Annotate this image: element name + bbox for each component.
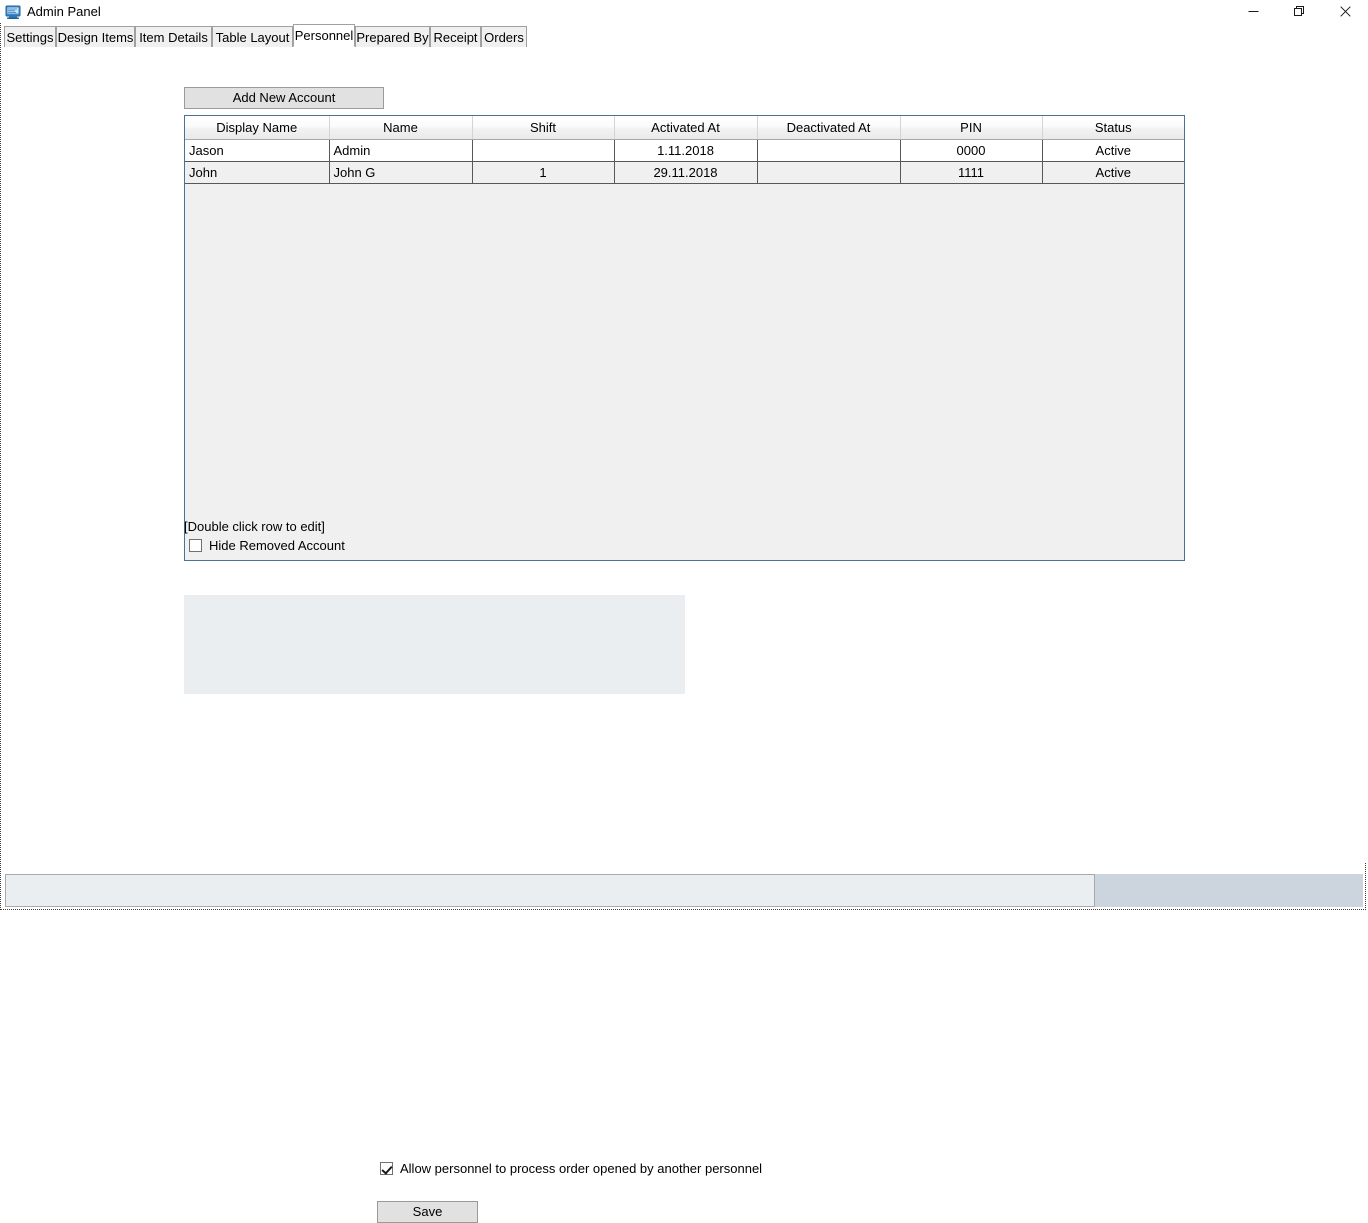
double-click-hint: [Double click row to edit] <box>184 519 325 534</box>
hide-removed-account-checkbox[interactable]: Hide Removed Account <box>189 538 345 553</box>
checkbox-box[interactable] <box>189 539 202 552</box>
tab-table-layout[interactable]: Table Layout <box>212 26 293 47</box>
column-header-shift[interactable]: Shift <box>472 116 615 140</box>
window-controls <box>1230 0 1368 23</box>
add-new-account-button[interactable]: Add New Account <box>184 87 384 109</box>
title-bar: Admin Panel <box>0 0 1368 23</box>
cell-display-name: Jason <box>185 139 330 162</box>
allow-process-order-checkbox[interactable]: Allow personnel to process order opened … <box>380 1161 762 1176</box>
window-title: Admin Panel <box>27 3 101 19</box>
cell-shift <box>472 139 615 162</box>
status-bar-panel <box>5 874 1095 907</box>
personnel-data-grid[interactable]: Display Name Name Shift Activated At Dea… <box>184 115 1185 561</box>
checkbox-box[interactable] <box>380 1162 393 1175</box>
hide-removed-account-label: Hide Removed Account <box>209 538 345 553</box>
allow-process-order-label: Allow personnel to process order opened … <box>400 1161 763 1176</box>
status-bar <box>5 874 1363 907</box>
table-row[interactable]: John John G 1 29.11.2018 1111 Active <box>185 161 1184 184</box>
cell-pin: 0000 <box>900 139 1043 162</box>
tab-strip: Settings Design Items Item Details Table… <box>1 23 1367 47</box>
cell-display-name: John <box>185 161 330 184</box>
column-header-name[interactable]: Name <box>329 116 473 140</box>
tab-personnel[interactable]: Personnel <box>293 24 355 47</box>
personnel-table: Display Name Name Shift Activated At Dea… <box>185 116 1184 184</box>
tab-design-items[interactable]: Design Items <box>56 26 135 47</box>
cell-status: Active <box>1042 161 1184 184</box>
column-header-deactivated-at[interactable]: Deactivated At <box>757 116 901 140</box>
cell-deactivated-at <box>757 161 901 184</box>
table-row[interactable]: Jason Admin 1.11.2018 0000 Active <box>185 139 1184 162</box>
tab-receipt[interactable]: Receipt <box>430 26 481 47</box>
save-button[interactable]: Save <box>377 1201 478 1223</box>
column-header-pin[interactable]: PIN <box>900 116 1043 140</box>
cell-name: Admin <box>329 139 473 162</box>
minimize-button[interactable] <box>1230 0 1276 23</box>
cell-activated-at: 1.11.2018 <box>614 139 758 162</box>
admin-panel-icon <box>5 4 21 20</box>
tab-item-details[interactable]: Item Details <box>135 26 212 47</box>
tab-orders[interactable]: Orders <box>481 26 527 47</box>
personnel-tab-panel: Add New Account Display Name Name Shift … <box>1 47 1367 1223</box>
cell-name: John G <box>329 161 473 184</box>
cell-deactivated-at <box>757 139 901 162</box>
tab-prepared-by[interactable]: Prepared By <box>355 26 430 47</box>
tab-settings[interactable]: Settings <box>4 26 56 47</box>
column-header-activated-at[interactable]: Activated At <box>614 116 758 140</box>
cell-activated-at: 29.11.2018 <box>614 161 758 184</box>
restore-button[interactable] <box>1276 0 1322 23</box>
cell-pin: 1111 <box>900 161 1043 184</box>
column-header-display-name[interactable]: Display Name <box>185 116 330 140</box>
table-header-row: Display Name Name Shift Activated At Dea… <box>185 116 1184 140</box>
cell-status: Active <box>1042 139 1184 162</box>
personnel-settings-panel: Allow personnel to process order opened … <box>184 595 762 1223</box>
cell-shift: 1 <box>472 161 615 184</box>
column-header-status[interactable]: Status <box>1042 116 1184 140</box>
close-button[interactable] <box>1322 0 1368 23</box>
